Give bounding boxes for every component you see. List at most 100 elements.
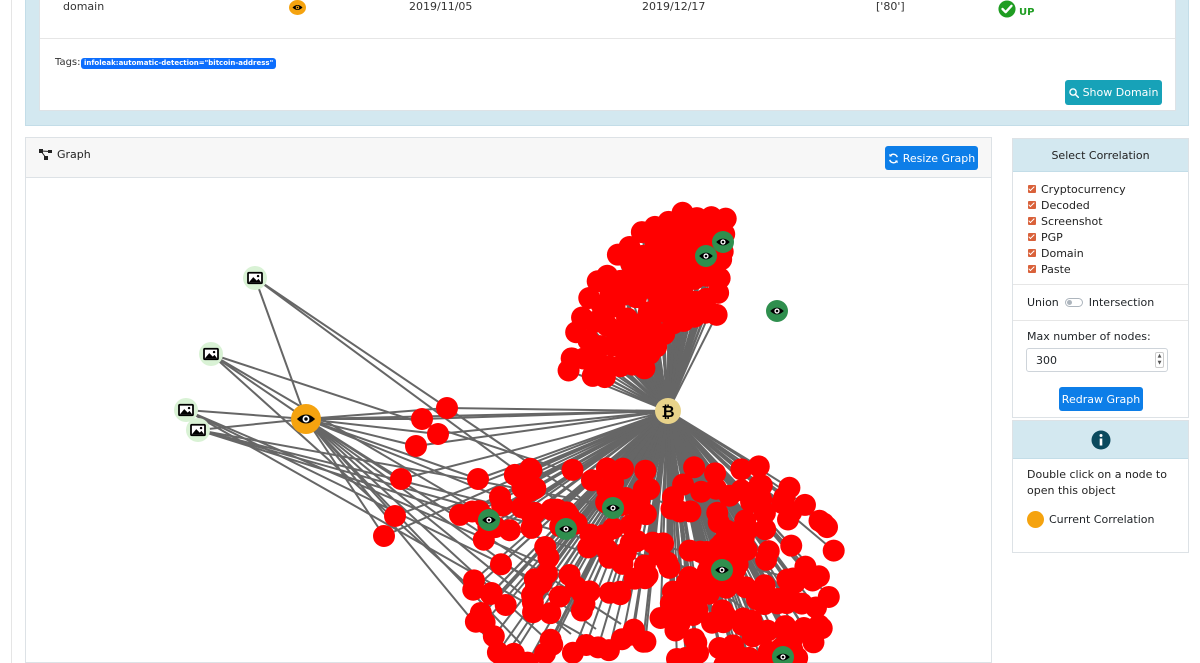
graph-node[interactable] (560, 347, 583, 370)
redraw-graph-button[interactable]: Redraw Graph (1059, 387, 1143, 411)
checkbox-screenshot[interactable]: Screenshot (1028, 213, 1188, 229)
graph-node[interactable] (541, 633, 564, 656)
graph-node[interactable] (661, 580, 684, 603)
checkbox-icon[interactable] (1028, 201, 1036, 209)
graph-node[interactable] (405, 435, 427, 457)
number-spinner[interactable]: ▲ ▼ (1155, 352, 1164, 368)
legend-label: Current Correlation (1049, 513, 1155, 526)
graph-node[interactable] (620, 623, 643, 646)
checkbox-domain[interactable]: Domain (1028, 245, 1188, 261)
graph-node[interactable] (683, 627, 706, 650)
checkbox-cryptocurrency[interactable]: Cryptocurrency (1028, 181, 1188, 197)
graph-node[interactable] (524, 477, 547, 500)
graph-node[interactable] (436, 397, 458, 419)
max-nodes-input[interactable]: 300 ▲ ▼ (1026, 348, 1168, 372)
resize-graph-button[interactable]: Resize Graph (885, 146, 978, 170)
graph-node[interactable] (649, 606, 672, 629)
checkbox-paste[interactable]: Paste (1028, 261, 1188, 277)
graph-node[interactable] (684, 569, 707, 592)
max-nodes-value: 300 (1036, 353, 1057, 367)
info-circle-icon (1091, 430, 1110, 449)
graph-node[interactable] (384, 505, 406, 527)
graph-node[interactable] (571, 582, 594, 605)
select-correlation-header: Select Correlation (1013, 139, 1188, 172)
bitcoin-icon: ₿ (661, 402, 674, 421)
tag-badge[interactable]: infoleak:automatic-detection="bitcoin-ad… (81, 58, 277, 69)
graph-title-text: Graph (57, 148, 91, 161)
graph-node[interactable] (747, 455, 770, 478)
graph-node[interactable] (561, 458, 584, 481)
graph-edge (210, 353, 307, 420)
graph-node[interactable] (714, 207, 737, 230)
checkbox-icon[interactable] (1028, 249, 1036, 257)
graph-node[interactable] (411, 408, 433, 430)
graph-node[interactable] (489, 486, 511, 508)
union-intersection-switch[interactable] (1064, 298, 1083, 307)
graph-node[interactable] (704, 462, 727, 485)
graph-node[interactable] (678, 539, 701, 562)
graph-node[interactable] (427, 423, 449, 445)
graph-node[interactable] (772, 586, 795, 609)
checkbox-label: Cryptocurrency (1041, 182, 1126, 196)
graph-node[interactable] (741, 625, 764, 648)
graph-node[interactable] (597, 639, 620, 662)
graph-node[interactable] (632, 477, 655, 500)
checkbox-icon[interactable] (1028, 185, 1036, 193)
graph-node[interactable] (611, 457, 634, 480)
graph-node[interactable] (482, 625, 505, 648)
graph-edge (446, 407, 669, 412)
last-check-cell: 2019/12/17 (642, 0, 706, 13)
graph-node[interactable] (469, 601, 492, 624)
graph-node[interactable] (596, 264, 619, 287)
graph-node[interactable] (535, 562, 558, 585)
graph-node[interactable] (822, 539, 845, 562)
graph-node[interactable] (712, 611, 735, 634)
search-icon (1068, 87, 1079, 98)
graph-node[interactable] (598, 581, 621, 604)
graph-node[interactable] (503, 463, 526, 486)
checkbox-label: Screenshot (1041, 214, 1103, 228)
image-icon (178, 403, 194, 417)
checkbox-label: PGP (1041, 230, 1063, 244)
domain-type-cell: domain (63, 0, 105, 13)
image-icon (190, 423, 206, 437)
graph-node[interactable] (634, 503, 657, 526)
legend-current-correlation: Current Correlation (1013, 499, 1188, 528)
refresh-icon (888, 153, 898, 163)
graph-node[interactable] (489, 553, 512, 576)
graph-node[interactable] (816, 516, 839, 539)
graph-node[interactable] (472, 528, 495, 551)
checkbox-pgp[interactable]: PGP (1028, 229, 1188, 245)
graph-node[interactable] (462, 569, 485, 592)
graph-node[interactable] (571, 306, 594, 329)
graph-node[interactable] (780, 534, 803, 557)
check-circle-icon (997, 0, 1017, 18)
graph-node[interactable] (636, 564, 659, 587)
checkbox-label: Paste (1041, 262, 1071, 276)
max-nodes-label: Max number of nodes: (1027, 330, 1151, 343)
graph-node[interactable] (592, 524, 615, 547)
checkbox-icon[interactable] (1028, 265, 1036, 273)
graph-node[interactable] (520, 502, 543, 525)
show-domain-button[interactable]: Show Domain (1065, 80, 1162, 105)
graph-node[interactable] (561, 641, 584, 663)
correlation-graph[interactable]: ₿ (26, 179, 991, 663)
graph-node[interactable] (390, 468, 412, 490)
graph-node[interactable] (802, 631, 825, 654)
graph-node[interactable] (755, 548, 778, 571)
graph-node[interactable] (740, 491, 763, 514)
graph-node[interactable] (373, 525, 395, 547)
graph-node[interactable] (614, 541, 637, 564)
image-icon (203, 347, 219, 361)
checkbox-icon[interactable] (1028, 217, 1036, 225)
graph-node[interactable] (817, 585, 840, 608)
checkbox-decoded[interactable]: Decoded (1028, 197, 1188, 213)
graph-node[interactable] (467, 468, 489, 490)
graph-node[interactable] (715, 519, 738, 542)
checkbox-icon[interactable] (1028, 233, 1036, 241)
graph-node[interactable] (660, 497, 683, 520)
graph-header: Graph Resize Graph (26, 138, 991, 178)
graph-node[interactable] (773, 486, 796, 509)
graph-title: Graph (39, 148, 91, 161)
graph-node[interactable] (754, 518, 777, 541)
